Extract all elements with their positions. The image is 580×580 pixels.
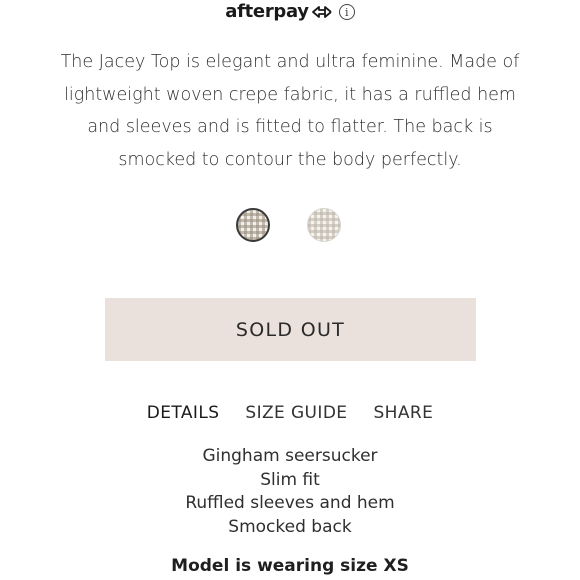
color-swatches	[0, 208, 580, 246]
swatch-gingham-beige-selected[interactable]	[236, 208, 270, 242]
afterpay-logo-text: afterpay	[225, 1, 309, 22]
tab-share[interactable]: SHARE	[373, 403, 433, 429]
tab-details[interactable]: DETAILS	[147, 403, 220, 429]
product-info-tabs: DETAILS SIZE GUIDE SHARE	[0, 403, 580, 429]
model-size-note: Model is wearing size XS	[171, 556, 409, 576]
afterpay-banner: afterpay i	[0, 0, 580, 24]
list-item: Ruffled sleeves and hem	[185, 493, 395, 513]
info-icon-glyph: i	[344, 5, 349, 19]
sold-out-button[interactable]: SOLD OUT	[105, 298, 476, 361]
afterpay-logo: afterpay	[225, 3, 332, 21]
list-item: Smocked back	[228, 516, 352, 537]
swatch-gingham-light[interactable]	[307, 208, 341, 242]
list-item: Gingham seersucker	[202, 446, 378, 466]
afterpay-arrows-icon	[311, 6, 332, 18]
info-icon[interactable]: i	[338, 4, 355, 20]
product-description: The Jacey Top is elegant and ultra femin…	[60, 52, 520, 170]
list-item: Slim fit	[260, 469, 320, 490]
tab-size-guide[interactable]: SIZE GUIDE	[245, 403, 347, 429]
details-list: Gingham seersucker Slim fit Ruffled slee…	[0, 445, 580, 539]
